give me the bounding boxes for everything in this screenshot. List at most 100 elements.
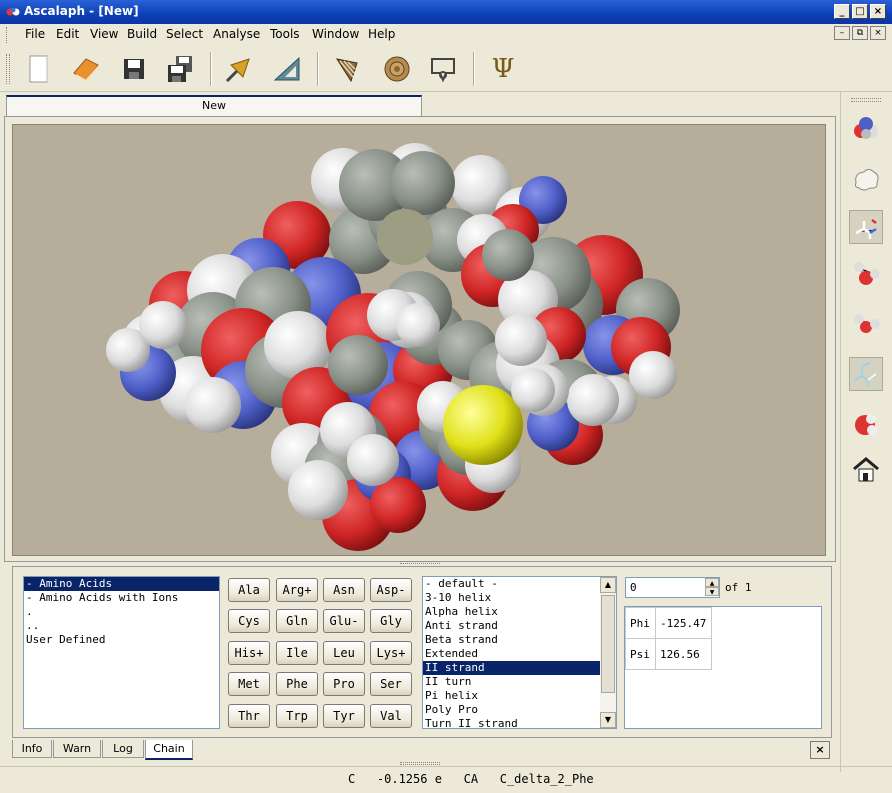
tab-info[interactable]: Info [12,740,52,758]
spacefill-render-icon[interactable] [849,112,883,146]
residue-button-cys[interactable]: Cys [228,609,270,633]
residue-button-his[interactable]: His+ [228,641,270,665]
tab-log[interactable]: Log [102,740,144,758]
menu-analyse[interactable]: Analyse [213,27,260,41]
residue-button-lys[interactable]: Lys+ [370,641,412,665]
residue-button-trp[interactable]: Trp [276,704,318,728]
residue-button-phe[interactable]: Phe [276,672,318,696]
toolbar-separator [210,52,212,86]
angle-value[interactable]: 126.56 [655,638,712,670]
menu-help[interactable]: Help [368,27,395,41]
menu-tools[interactable]: Tools [270,27,300,41]
residue-button-glu[interactable]: Glu- [323,609,365,633]
residue-button-val[interactable]: Val [370,704,412,728]
triangle-ruler-icon[interactable] [270,52,304,86]
spin-down-icon[interactable]: ▼ [705,587,719,596]
angle-value[interactable]: -125.47 [655,607,712,639]
save-all-icon[interactable] [163,52,197,86]
ammonite-icon[interactable] [380,52,414,86]
ball-stick-icon[interactable] [849,257,883,291]
library-item[interactable]: . [24,605,219,619]
residue-index-spinbox[interactable]: 0 ▲ ▼ [625,577,720,598]
residue-button-pro[interactable]: Pro [323,672,365,696]
residue-index-value[interactable]: 0 [630,581,637,594]
library-item[interactable]: - Amino Acids [24,577,219,591]
menubar-grip[interactable] [6,27,10,43]
select-arrow-icon[interactable] [222,52,256,86]
scroll-up-icon[interactable]: ▲ [600,577,616,593]
residue-library-list[interactable]: - Amino Acids - Amino Acids with Ions . … [23,576,220,729]
menu-edit[interactable]: Edit [56,27,79,41]
tab-new-document[interactable]: New [6,95,422,116]
conformation-item[interactable]: - default - [423,577,601,591]
residue-button-gln[interactable]: Gln [276,609,318,633]
mdi-minimize-button[interactable]: – [834,26,850,40]
residue-button-asn[interactable]: Asn [323,578,365,602]
close-panel-button[interactable]: × [810,741,830,759]
conformation-item[interactable]: II turn [423,675,601,689]
residue-button-thr[interactable]: Thr [228,704,270,728]
toolbar-grip[interactable] [6,54,10,84]
maximize-button[interactable]: □ [852,4,868,19]
residue-button-ile[interactable]: Ile [276,641,318,665]
menu-build[interactable]: Build [127,27,157,41]
residue-button-arg[interactable]: Arg+ [276,578,318,602]
residue-button-leu[interactable]: Leu [323,641,365,665]
scroll-down-icon[interactable]: ▼ [600,712,616,728]
tab-warn[interactable]: Warn [53,740,101,758]
stick-render-icon[interactable] [849,210,883,244]
ball-stick-small-icon[interactable] [849,307,883,341]
conformation-item[interactable]: Pi helix [423,689,601,703]
residue-button-ser[interactable]: Ser [370,672,412,696]
molecule-viewport[interactable] [12,124,826,556]
conformation-item[interactable]: Turn II strand [423,717,601,728]
residue-button-met[interactable]: Met [228,672,270,696]
psi-icon[interactable]: Ψ [486,52,520,86]
status-bar: C -0.1256 e CA C_delta_2_Phe [0,762,892,793]
close-button[interactable]: × [870,4,886,19]
new-document-icon[interactable] [22,52,56,86]
menu-view[interactable]: View [90,27,118,41]
conformation-item[interactable]: Alpha helix [423,605,601,619]
library-item[interactable]: User Defined [24,633,219,647]
conformation-scrollbar[interactable]: ▲ ▼ [600,577,616,728]
viewport-splitter[interactable] [0,560,840,565]
home-view-icon[interactable] [849,452,883,486]
toolbar-separator [473,52,475,86]
residue-button-asp[interactable]: Asp- [370,578,412,602]
residue-button-gly[interactable]: Gly [370,609,412,633]
library-item[interactable]: .. [24,619,219,633]
save-icon[interactable] [117,52,151,86]
contour-icon[interactable] [426,52,460,86]
residue-button-tyr[interactable]: Tyr [323,704,365,728]
library-item[interactable]: - Amino Acids with Ions [24,591,219,605]
scroll-thumb[interactable] [601,595,615,693]
conformation-item[interactable]: Poly Pro [423,703,601,717]
vdw-sphere-icon[interactable] [849,407,883,441]
conformation-item[interactable]: Anti strand [423,619,601,633]
window-title: Ascalaph - [New] [24,4,139,18]
residue-button-ala[interactable]: Ala [228,578,270,602]
minimize-button[interactable]: _ [834,4,850,19]
tab-chain[interactable]: Chain [145,740,193,760]
mdi-restore-button[interactable]: ⧉ [852,26,868,40]
mdi-close-button[interactable]: × [870,26,886,40]
menu-window[interactable]: Window [312,27,359,41]
menu-select[interactable]: Select [166,27,203,41]
dihedral-angle-table: Phi -125.47 Psi 126.56 [624,606,822,729]
atom-status-text: C -0.1256 e CA C_delta_2_Phe [348,772,594,786]
surface-outline-icon[interactable] [849,162,883,196]
conformation-item[interactable]: Beta strand [423,633,601,647]
menu-file[interactable]: File [25,27,45,41]
title-bar: Ascalaph - [New] _ □ × [0,0,892,24]
conformation-list[interactable]: - default - 3-10 helix Alpha helix Anti … [422,576,617,729]
wireframe-render-icon[interactable] [849,357,883,391]
conformation-item[interactable]: 3-10 helix [423,591,601,605]
cone-shell-icon[interactable] [330,52,364,86]
conformation-item[interactable]: Extended [423,647,601,661]
render-toolbar-grip[interactable] [851,98,881,102]
molecule-render[interactable] [13,125,826,556]
spin-up-icon[interactable]: ▲ [705,578,719,587]
open-book-icon[interactable] [69,52,103,86]
conformation-item[interactable]: II strand [423,661,601,675]
